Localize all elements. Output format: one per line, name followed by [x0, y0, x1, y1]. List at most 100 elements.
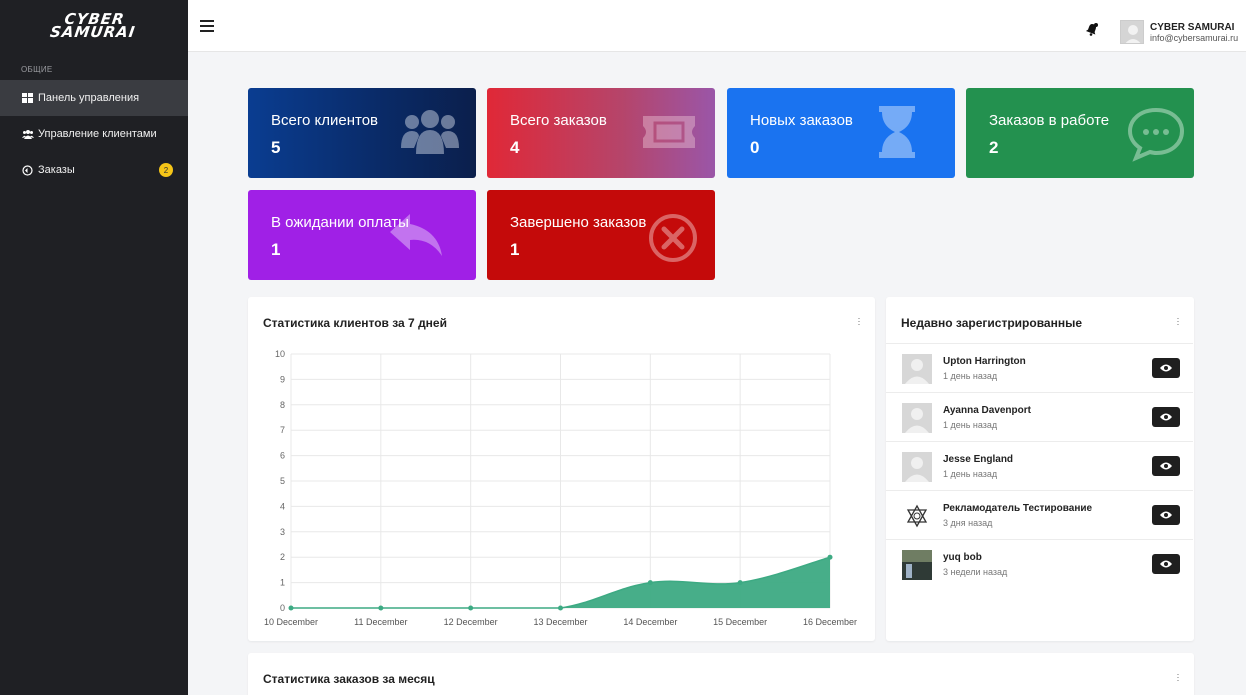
user-name[interactable]: CYBER SAMURAI: [1150, 22, 1234, 33]
user-name: Ayanna Davenport: [943, 405, 1031, 416]
ticket-icon: [643, 116, 695, 148]
y-tick-label: 9: [280, 374, 285, 384]
stat-card-label: Всего заказов: [510, 112, 607, 129]
y-tick-label: 4: [280, 501, 285, 511]
registered-time: 3 дня назад: [943, 518, 993, 528]
stat-card-completed-orders[interactable]: Завершено заказов 1: [487, 190, 715, 280]
sidebar-item-dashboard[interactable]: Панель управления: [0, 80, 188, 116]
y-tick-label: 3: [280, 527, 285, 537]
sidebar-item-clients[interactable]: Управление клиентами: [0, 116, 188, 152]
registered-time: 1 день назад: [943, 420, 998, 430]
panel-title: Статистика заказов за месяц: [263, 672, 435, 686]
y-tick-label: 6: [280, 451, 285, 461]
y-tick-label: 1: [280, 578, 285, 588]
y-tick-label: 5: [280, 476, 285, 486]
data-point: [558, 605, 563, 611]
bell-icon[interactable]: [1085, 22, 1099, 36]
user-email: info@cybersamurai.ru: [1150, 33, 1239, 43]
panel-title: Недавно зарегистрированные: [901, 316, 1083, 330]
list-item: Upton Harrington 1 день назад: [886, 343, 1193, 392]
view-user-button[interactable]: [1152, 554, 1180, 574]
data-point: [737, 580, 743, 586]
x-tick-label: 10 December: [264, 617, 318, 627]
eye-icon: [1160, 413, 1172, 421]
stat-card-value: 0: [750, 138, 760, 157]
x-tick-label: 11 December: [354, 617, 407, 627]
user-name: Upton Harrington: [943, 356, 1026, 367]
user-avatar[interactable]: [1120, 20, 1144, 44]
user-name: Jesse England: [943, 454, 1014, 465]
data-point: [647, 580, 653, 586]
x-tick-label: 16 December: [803, 617, 857, 627]
avatar: [902, 501, 932, 531]
view-user-button[interactable]: [1152, 358, 1180, 378]
stat-card-total-clients[interactable]: Всего клиентов 5: [248, 88, 476, 178]
data-point: [378, 605, 384, 611]
stat-card-new-orders[interactable]: Новых заказов 0: [727, 88, 955, 178]
user-name: Рекламодатель Тестирование: [943, 503, 1093, 514]
sidebar-item-label: Заказы: [38, 164, 75, 176]
y-tick-label: 0: [280, 603, 285, 613]
stat-card-value: 2: [989, 138, 999, 157]
avatar: [902, 550, 932, 580]
users-icon: [401, 110, 459, 154]
eye-icon: [1160, 364, 1172, 372]
eye-icon: [1160, 511, 1172, 519]
stat-card-total-orders[interactable]: Всего заказов 4: [487, 88, 715, 178]
eye-icon: [1160, 462, 1172, 470]
stat-card-awaiting-payment[interactable]: В ожидании оплаты 1: [248, 190, 476, 280]
recent-users-panel: Недавно зарегистрированные · · · Upton Har…: [886, 297, 1194, 641]
stat-card-label: В ожидании оплаты: [271, 214, 409, 231]
hourglass-icon: [879, 106, 915, 158]
stat-card-label: Завершено заказов: [510, 214, 647, 231]
sidebar: CYBER SAMURAI ОБЩИЕ Панель управления Уп…: [0, 0, 188, 695]
chat-icon: [1127, 107, 1185, 162]
orders-chart-panel: Статистика заказов за месяц · · ·: [248, 653, 1194, 695]
clients-chart-panel: Статистика клиентов за 7 дней · · · 012345…: [248, 297, 875, 641]
list-item: yuq bob 3 недели назад: [886, 539, 1193, 588]
data-point: [468, 605, 474, 611]
orders-count-badge: 2: [159, 163, 173, 177]
y-tick-label: 7: [280, 425, 285, 435]
stat-card-orders-in-progress[interactable]: Заказов в работе 2: [966, 88, 1194, 178]
y-tick-label: 8: [280, 400, 285, 410]
logo[interactable]: CYBER SAMURAI: [0, 0, 188, 52]
y-tick-label: 10: [275, 349, 285, 359]
stat-card-value: 5: [271, 138, 281, 157]
users-icon: [22, 129, 38, 139]
stat-card-label: Всего клиентов: [271, 112, 378, 129]
dashboard-icon: [22, 93, 38, 103]
view-user-button[interactable]: [1152, 505, 1180, 525]
user-name: yuq bob: [943, 552, 982, 563]
logo-line-2: SAMURAI: [49, 23, 138, 41]
cancel-icon: [649, 214, 697, 262]
x-tick-label: 13 December: [533, 617, 587, 627]
data-point: [288, 605, 294, 611]
view-user-button[interactable]: [1152, 407, 1180, 427]
stat-card-value: 1: [510, 240, 520, 259]
view-user-button[interactable]: [1152, 456, 1180, 476]
stat-card-value: 1: [271, 240, 281, 259]
y-tick-label: 2: [280, 552, 285, 562]
topbar: CYBER SAMURAI info@cybersamurai.ru: [188, 0, 1246, 52]
menu-toggle-icon[interactable]: [200, 20, 214, 32]
more-options-icon[interactable]: · · ·: [1176, 314, 1180, 329]
list-item: Jesse England 1 день назад: [886, 441, 1193, 490]
orders-icon: [22, 164, 38, 176]
registered-time: 1 день назад: [943, 469, 998, 479]
avatar: [902, 354, 932, 384]
stat-card-value: 4: [510, 138, 520, 157]
stat-card-label: Заказов в работе: [989, 112, 1110, 129]
section-title: ОБЩИЕ: [21, 65, 53, 74]
list-item: Рекламодатель Тестирование 3 дня назад: [886, 490, 1193, 539]
sidebar-item-orders[interactable]: Заказы 2: [0, 152, 188, 188]
avatar: [902, 403, 932, 433]
registered-time: 1 день назад: [943, 371, 998, 381]
list-item: Ayanna Davenport 1 день назад: [886, 392, 1193, 441]
stat-card-label: Новых заказов: [750, 112, 853, 129]
x-tick-label: 15 December: [713, 617, 767, 627]
data-point: [827, 554, 833, 560]
reply-icon: [390, 214, 442, 256]
eye-icon: [1160, 560, 1172, 568]
more-options-icon[interactable]: · · ·: [1176, 670, 1180, 685]
